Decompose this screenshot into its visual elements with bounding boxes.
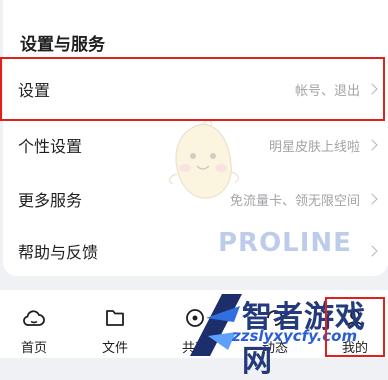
cloud-icon — [23, 310, 45, 326]
tab-home-label: 首页 — [20, 341, 47, 356]
mascot-watermark-icon — [168, 119, 240, 199]
settings-services-card: 设置与服务 设置 帐号、退出 个性设置 明星皮肤上线啦 更多服务 免流量卡、领无… — [3, 0, 388, 276]
tab-files-label: 文件 — [101, 341, 128, 356]
faint-watermark-text: PROLINE — [218, 228, 352, 258]
highlight-box-settings — [0, 57, 385, 121]
chevron-right-icon — [366, 139, 378, 151]
row-personalization-hint: 明星皮肤上线啦 — [268, 139, 360, 155]
tab-home[interactable]: 首页 — [4, 290, 64, 358]
chevron-right-icon — [366, 245, 378, 257]
section-title: 设置与服务 — [20, 35, 105, 55]
row-personalization-label: 个性设置 — [18, 137, 83, 156]
row-more-services-hint: 免流量卡、领无限空间 — [229, 193, 360, 209]
chevron-right-icon — [366, 193, 378, 205]
row-more-services-label: 更多服务 — [18, 191, 83, 210]
highlight-box-profile-tab — [325, 297, 385, 357]
row-help-feedback-label: 帮助与反馈 — [18, 243, 99, 262]
folder-icon — [106, 310, 124, 326]
tab-files[interactable]: 文件 — [85, 290, 145, 358]
